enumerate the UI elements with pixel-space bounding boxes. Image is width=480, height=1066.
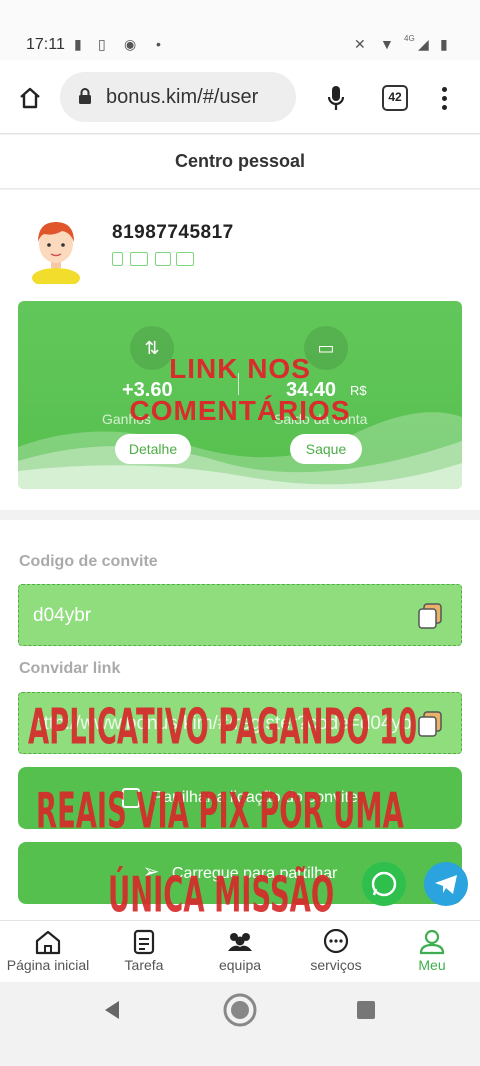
avatar bbox=[32, 222, 80, 284]
status-bar: 17:11 ▮ ▯ ◉ • ✕ ▼ 4G ◢ ▮ bbox=[0, 0, 480, 60]
telegram-button[interactable] bbox=[424, 862, 468, 906]
promo-overlay-line2: REAIS VIA PIX POR UMA bbox=[36, 782, 404, 840]
page-title: Centro pessoal bbox=[0, 135, 480, 189]
signal-icon: ◢ bbox=[418, 36, 429, 52]
notification-icon: ▮ bbox=[74, 36, 82, 52]
copy-link-icon[interactable] bbox=[417, 710, 443, 738]
nav-label-home: Página inicial bbox=[6, 957, 90, 973]
email-icon bbox=[176, 252, 194, 266]
menu-icon[interactable] bbox=[438, 86, 450, 112]
network-type: 4G bbox=[404, 34, 415, 43]
bottom-navigation: Página inicial Tarefa equipa serviços Me… bbox=[0, 920, 480, 982]
nav-item-services[interactable]: serviços bbox=[288, 921, 384, 983]
url-text: bonus.kim/#/user bbox=[106, 86, 259, 108]
tab-switcher-button[interactable]: 42 bbox=[382, 85, 408, 111]
id-card-icon bbox=[130, 252, 148, 266]
profile-section: 81987745817 ⇅ ▭ +3.60 34.40 R$ Ganhos Sa… bbox=[0, 190, 480, 510]
status-time: 17:11 bbox=[26, 36, 65, 53]
lock-icon bbox=[79, 88, 91, 104]
address-bar[interactable]: bonus.kim/#/user bbox=[60, 72, 296, 122]
copy-icon[interactable] bbox=[417, 602, 443, 630]
nav-label-tasks: Tarefa bbox=[124, 957, 164, 973]
invite-code-field[interactable]: d04ybr bbox=[18, 584, 462, 646]
nav-item-me[interactable]: Meu bbox=[384, 921, 480, 983]
telegram-icon bbox=[435, 875, 457, 894]
system-navigation-bar bbox=[0, 982, 480, 1066]
battery-icon: ▮ bbox=[440, 36, 448, 52]
group-icon bbox=[228, 933, 252, 951]
overlay-text-line2: COMENTÁRIOS bbox=[129, 395, 351, 426]
withdraw-button[interactable]: Saque bbox=[290, 434, 362, 464]
microphone-icon[interactable] bbox=[326, 84, 346, 112]
nav-item-team[interactable]: equipa bbox=[192, 921, 288, 983]
phone-verified-icon bbox=[112, 252, 123, 266]
identity-icon bbox=[155, 252, 171, 266]
sim-icon: ▯ bbox=[98, 36, 106, 52]
recents-icon[interactable] bbox=[357, 1001, 375, 1019]
invite-link-label: Convidar link bbox=[19, 660, 121, 677]
wifi-icon: ▼ bbox=[380, 36, 394, 52]
nav-item-tasks[interactable]: Tarefa bbox=[96, 921, 192, 983]
browser-toolbar: bonus.kim/#/user 42 bbox=[0, 60, 480, 134]
more-notifications-icon: • bbox=[156, 36, 161, 52]
document-icon bbox=[133, 929, 155, 955]
promo-overlay-line1: APLICATIVO PAGANDO 10 bbox=[28, 698, 418, 756]
user-phone: 81987745817 bbox=[112, 222, 234, 243]
back-icon[interactable] bbox=[100, 998, 124, 1022]
overlay-text-line1: LINK NOS bbox=[169, 353, 311, 384]
home-button-icon[interactable] bbox=[222, 992, 258, 1028]
home-icon[interactable] bbox=[18, 86, 42, 110]
invite-code-label: Codigo de convite bbox=[19, 553, 158, 570]
whatsapp-button[interactable] bbox=[362, 862, 406, 906]
mute-icon: ✕ bbox=[354, 36, 366, 52]
whatsapp-icon bbox=[371, 871, 397, 897]
invite-section: Codigo de convite d04ybr Convidar link h… bbox=[0, 520, 480, 924]
nav-label-team: equipa bbox=[218, 957, 262, 973]
promo-overlay-line3: ÚNICA MISSÃO bbox=[108, 866, 335, 924]
balance-card: ⇅ ▭ +3.60 34.40 R$ Ganhos Saldo da conta… bbox=[18, 301, 462, 489]
nav-label-services: serviços bbox=[310, 957, 362, 973]
nav-label-me: Meu bbox=[418, 957, 446, 973]
invite-code-value: d04ybr bbox=[33, 605, 92, 626]
chat-icon bbox=[323, 929, 349, 954]
nav-item-home[interactable]: Página inicial bbox=[0, 921, 96, 983]
app-icon: ◉ bbox=[124, 36, 137, 52]
user-icon bbox=[419, 929, 445, 955]
home-icon bbox=[35, 930, 61, 955]
detail-button[interactable]: Detalhe bbox=[115, 434, 191, 464]
